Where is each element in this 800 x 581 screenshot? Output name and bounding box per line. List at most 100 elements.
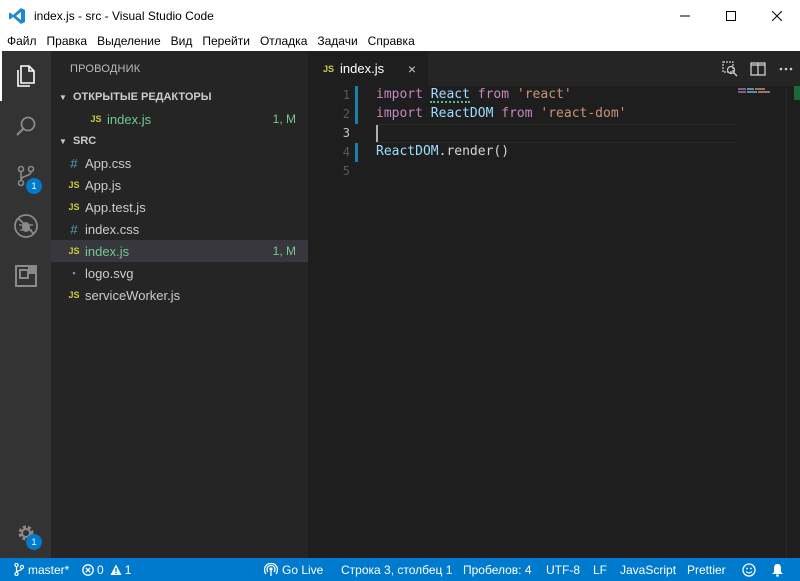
debug-icon — [13, 214, 38, 238]
src-folder-header[interactable]: ▼ SRC — [51, 130, 308, 152]
extensions-icon — [14, 265, 37, 287]
js-file-icon: JS — [68, 246, 80, 256]
code-token: .render() — [438, 144, 510, 159]
source-control-button[interactable]: 1 — [0, 151, 51, 201]
file-item-logo-svg[interactable]: ▪ logo.svg — [51, 262, 308, 284]
file-item-index-css[interactable]: # index.css — [51, 218, 308, 240]
minimap[interactable] — [736, 86, 788, 558]
language-mode[interactable]: JavaScript — [620, 558, 676, 581]
maximize-button[interactable] — [708, 0, 754, 31]
menu-view[interactable]: Вид — [166, 31, 198, 51]
menu-go[interactable]: Перейти — [197, 31, 255, 51]
file-item-index-js[interactable]: JS index.js 1, M — [51, 240, 308, 262]
source-control-badge: 1 — [26, 178, 42, 194]
file-item-app-css[interactable]: # App.css — [51, 152, 308, 174]
git-modified-marker — [355, 86, 358, 124]
search-button[interactable] — [0, 101, 51, 151]
scrollbar-change-marker — [794, 86, 800, 100]
file-name: App.css — [85, 155, 132, 171]
file-name: logo.svg — [85, 265, 134, 281]
file-item-app-js[interactable]: JS App.js — [51, 174, 308, 196]
close-icon — [772, 10, 782, 21]
warning-icon — [110, 564, 122, 575]
explorer-icon — [16, 65, 35, 87]
line-number: 1 — [342, 88, 350, 102]
warning-squiggle — [430, 100, 470, 103]
open-editor-file-name: index.js — [107, 111, 152, 127]
js-file-icon: JS — [68, 180, 80, 190]
vertical-scrollbar[interactable] — [786, 86, 800, 558]
text-cursor — [376, 125, 378, 142]
prettier-status[interactable]: Prettier — [687, 558, 726, 581]
minimap-line — [738, 88, 746, 90]
code-line-2: import ReactDOM from 'react-dom' — [376, 106, 626, 121]
js-file-icon: JS — [68, 290, 80, 300]
tab-close-icon[interactable]: × — [408, 61, 416, 77]
file-name: App.test.js — [85, 199, 146, 215]
menu-selection[interactable]: Выделение — [92, 31, 166, 51]
window-title: index.js - src - Visual Studio Code — [34, 8, 214, 23]
minimize-button[interactable] — [662, 0, 708, 31]
js-file-icon: JS — [323, 63, 335, 74]
chevron-down-icon: ▼ — [59, 92, 67, 102]
file-name: App.js — [85, 177, 122, 193]
window-controls — [662, 0, 800, 31]
indentation-setting[interactable]: Пробелов: 4 — [463, 558, 532, 581]
close-button[interactable] — [754, 0, 800, 31]
open-editor-item-index-js[interactable]: JS index.js 1, M — [51, 108, 308, 130]
file-item-app-test-js[interactable]: JS App.test.js — [51, 196, 308, 218]
code-token: from — [477, 87, 510, 102]
src-folder-label: SRC — [73, 135, 97, 147]
js-file-icon: JS — [90, 114, 102, 124]
menu-debug[interactable]: Отладка — [255, 31, 312, 51]
go-live-button[interactable]: Go Live — [264, 558, 323, 581]
menu-help[interactable]: Справка — [363, 31, 420, 51]
extensions-button[interactable] — [0, 251, 51, 301]
code-token: 'react' — [516, 87, 572, 102]
notifications-button[interactable] — [771, 558, 784, 581]
sidebar-title: ПРОВОДНИК — [70, 63, 141, 75]
menu-file[interactable]: Файл — [2, 31, 42, 51]
current-line-highlight — [376, 124, 738, 143]
debug-button[interactable] — [0, 201, 51, 251]
split-editor-button[interactable] — [744, 51, 772, 86]
feedback-button[interactable] — [742, 558, 756, 581]
minimap-line — [747, 91, 757, 93]
more-actions-button[interactable] — [772, 51, 800, 86]
code-line-4: ReactDOM.render() — [376, 144, 509, 159]
cursor-position[interactable]: Строка 3, столбец 1 — [341, 558, 452, 581]
file-item-service-worker-js[interactable]: JS serviceWorker.js — [51, 284, 308, 306]
line-number: 3 — [342, 126, 350, 140]
line-number: 5 — [342, 164, 350, 178]
code-editor[interactable]: 1 2 3 4 5 import React from 'react' impo… — [308, 86, 800, 558]
open-changes-button[interactable] — [716, 51, 744, 86]
editor-actions — [716, 51, 800, 86]
branch-indicator[interactable]: master* — [14, 558, 69, 581]
eol-setting[interactable]: LF — [593, 558, 607, 581]
svg-file-icon: ▪ — [72, 268, 76, 278]
open-editors-header[interactable]: ▼ ОТКРЫТЫЕ РЕДАКТОРЫ — [51, 86, 308, 108]
title-bar: index.js - src - Visual Studio Code — [0, 0, 800, 31]
settings-badge: 1 — [26, 534, 42, 550]
settings-button[interactable]: 1 — [0, 508, 51, 558]
code-token: 'react-dom' — [540, 106, 627, 121]
problems-indicator[interactable]: 0 1 — [82, 558, 131, 581]
menu-tasks[interactable]: Задачи — [312, 31, 362, 51]
minimap-line — [738, 91, 746, 93]
file-name: index.css — [85, 221, 140, 237]
explorer-button[interactable] — [0, 51, 51, 101]
encoding-setting[interactable]: UTF-8 — [546, 558, 580, 581]
file-status: 1, M — [272, 244, 296, 258]
error-count: 0 — [97, 562, 104, 577]
minimap-line — [758, 91, 770, 93]
tab-index-js[interactable]: JS index.js × — [308, 51, 428, 86]
menu-edit[interactable]: Правка — [42, 31, 93, 51]
code-token: ReactDOM — [376, 144, 439, 159]
file-name: index.js — [85, 243, 130, 259]
git-branch-icon — [14, 563, 24, 576]
minimap-line — [755, 88, 765, 90]
js-file-icon: JS — [68, 202, 80, 212]
explorer-sidebar: ПРОВОДНИК ▼ ОТКРЫТЫЕ РЕДАКТОРЫ JS index.… — [51, 51, 308, 558]
